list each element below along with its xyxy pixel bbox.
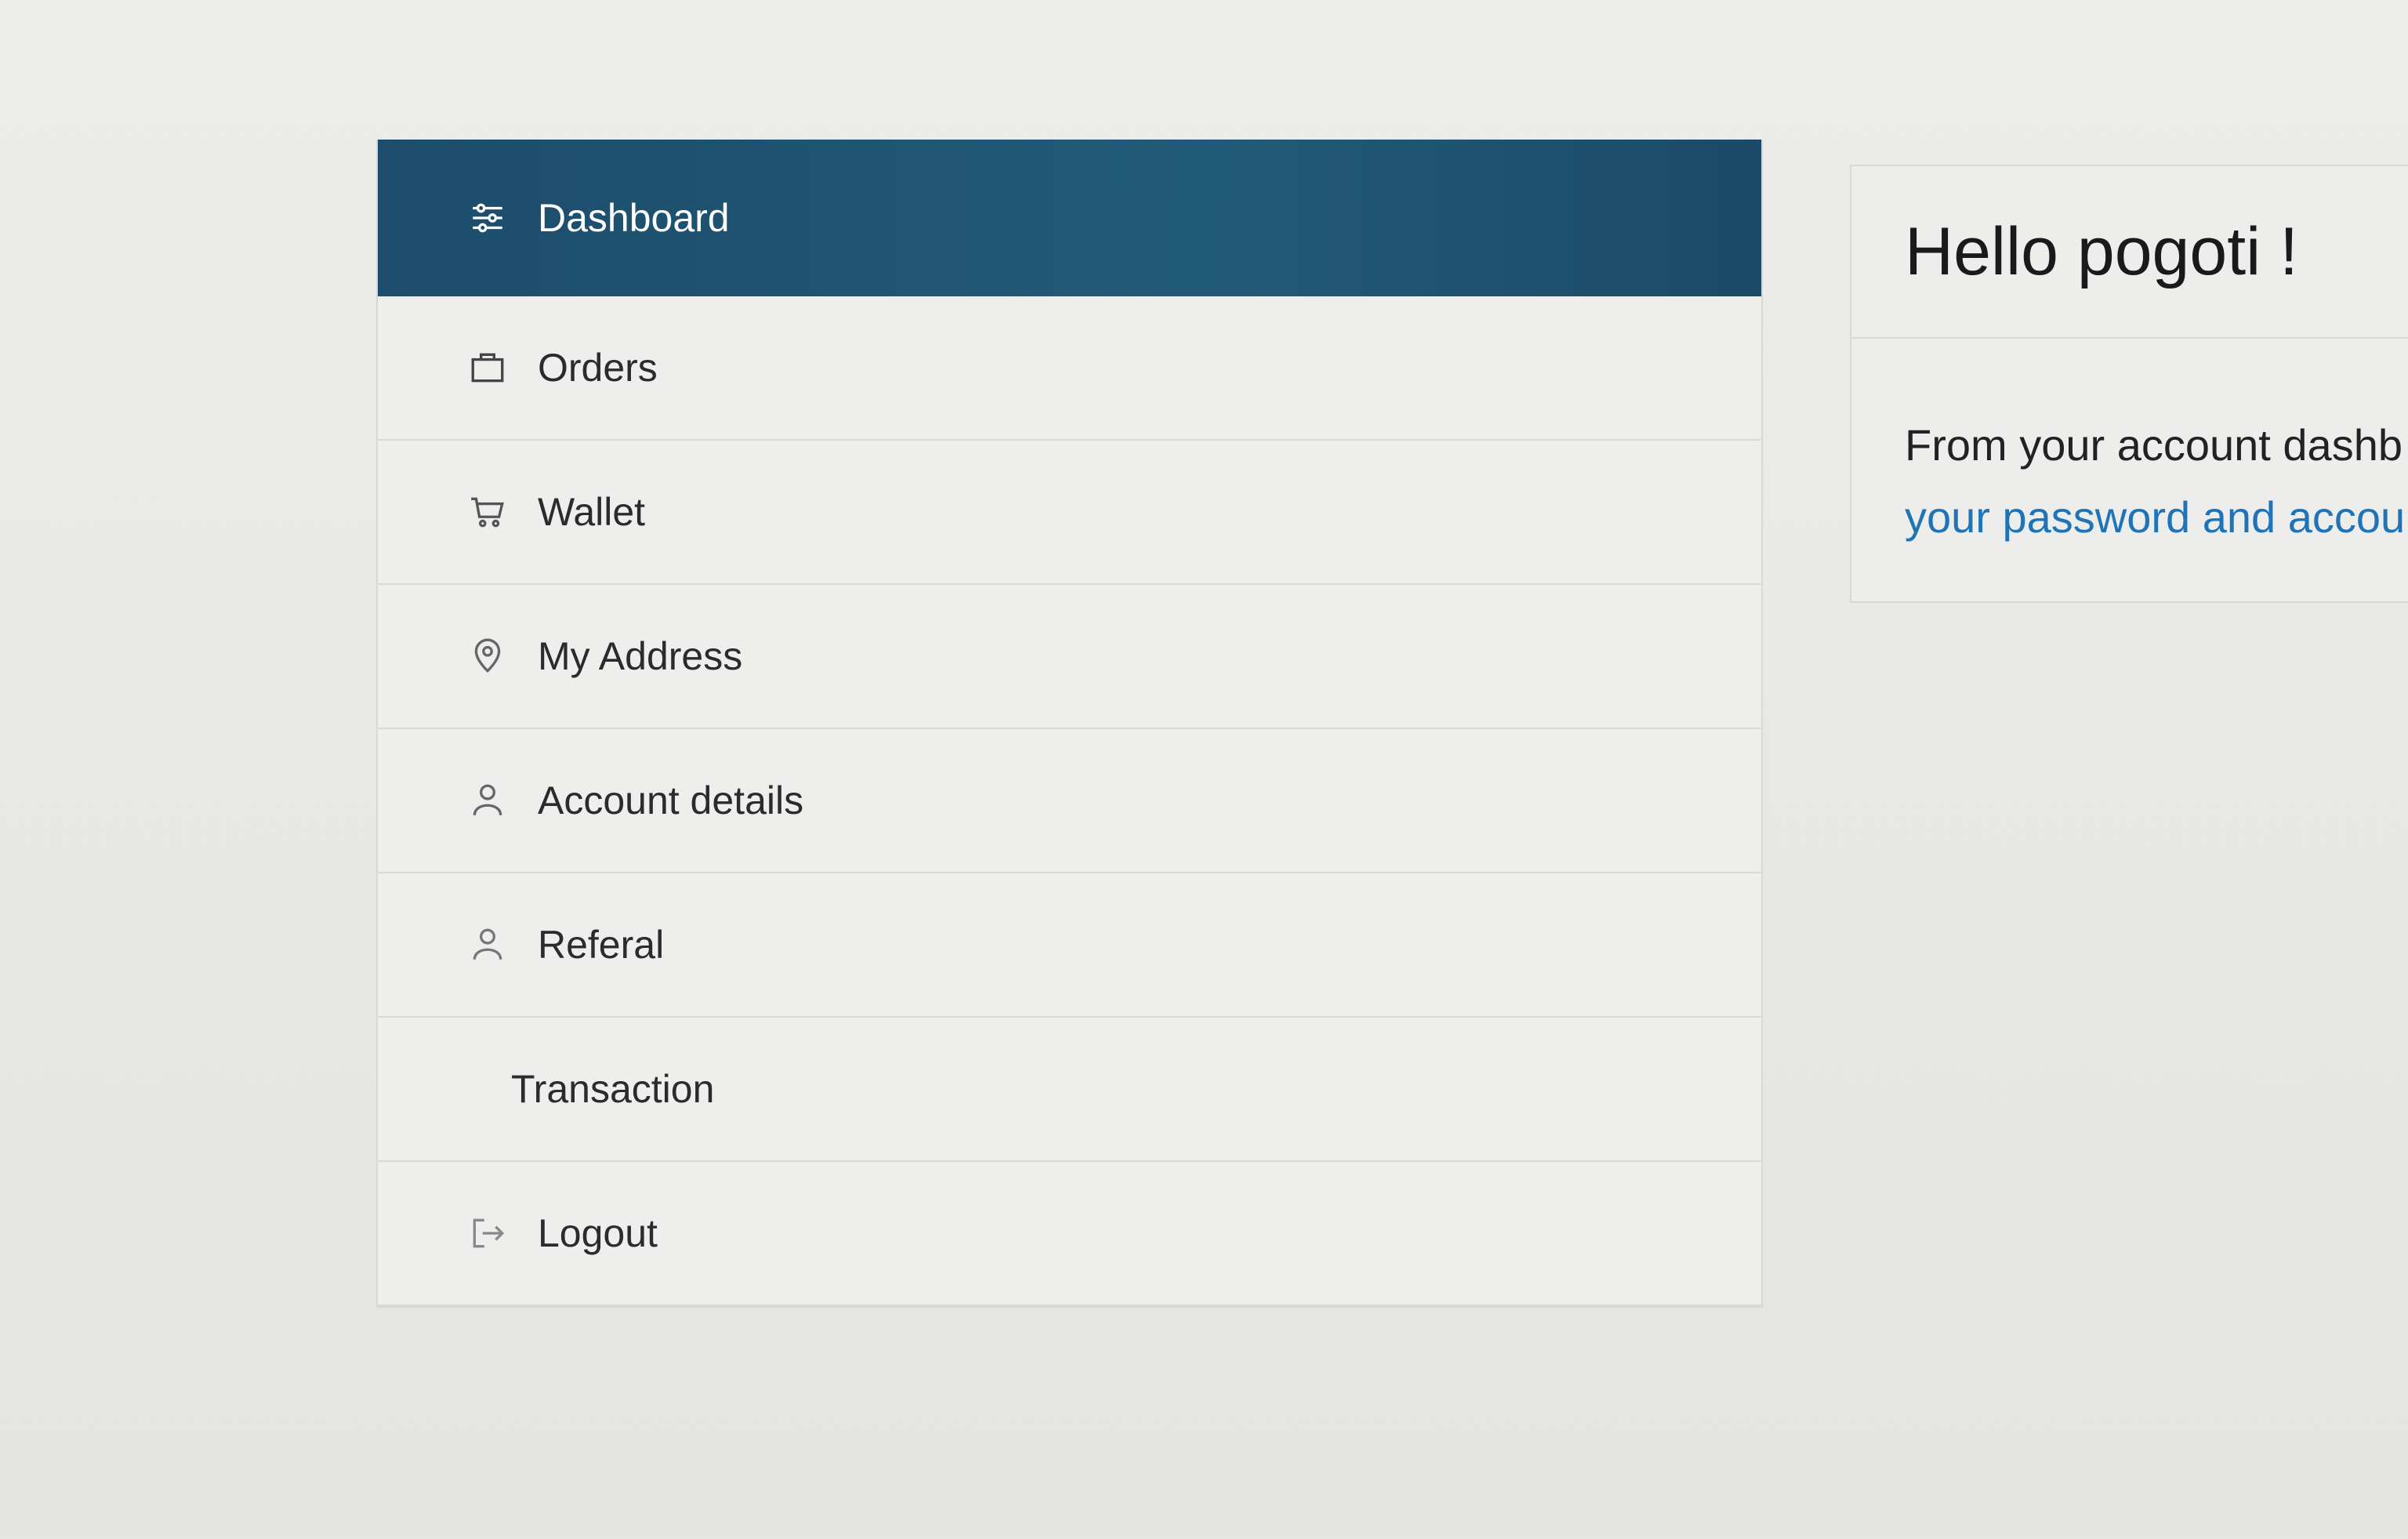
sidebar-item-label: Orders <box>538 346 658 390</box>
sidebar-item-label: My Address <box>538 634 743 678</box>
sidebar-item-label: Logout <box>538 1211 658 1255</box>
sidebar-item-label: Account details <box>538 779 804 822</box>
sidebar-item-transaction[interactable]: Transaction <box>378 1018 1761 1162</box>
card-header: Hello pogoti ! <box>1851 166 2408 339</box>
sidebar-item-dashboard[interactable]: Dashboard <box>378 140 1761 296</box>
user-icon <box>464 777 511 824</box>
map-pin-icon <box>464 633 511 680</box>
sidebar-item-my-address[interactable]: My Address <box>378 585 1761 729</box>
intro-text: From your account dashb <box>1905 420 2403 470</box>
sidebar-item-logout[interactable]: Logout <box>378 1162 1761 1306</box>
dashboard-card: Hello pogoti ! From your account dashb y… <box>1850 165 2408 603</box>
sidebar-item-account-details[interactable]: Account details <box>378 729 1761 873</box>
shopping-bag-icon <box>464 344 511 391</box>
sidebar-item-label: Dashboard <box>538 196 730 240</box>
sliders-icon <box>464 194 511 241</box>
sidebar-item-label: Referal <box>538 923 665 967</box>
page-title: Hello pogoti ! <box>1905 213 2298 289</box>
account-link[interactable]: your password and accou <box>1905 481 2408 554</box>
sidebar-item-label: Transaction <box>511 1067 715 1111</box>
user-icon <box>464 921 511 968</box>
logout-icon <box>464 1210 511 1257</box>
sidebar-item-orders[interactable]: Orders <box>378 296 1761 441</box>
sidebar-item-wallet[interactable]: Wallet <box>378 441 1761 585</box>
card-body: From your account dashb your password an… <box>1851 339 2408 554</box>
account-sidebar-nav: Dashboard Orders Wallet My Address Accou… <box>376 140 1763 1308</box>
sidebar-item-referal[interactable]: Referal <box>378 873 1761 1018</box>
sidebar-item-label: Wallet <box>538 490 646 534</box>
cart-icon <box>464 488 511 535</box>
